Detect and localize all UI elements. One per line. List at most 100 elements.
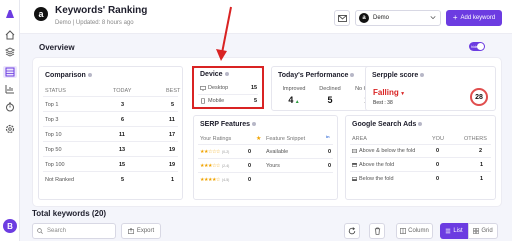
ads-others: 1 — [480, 162, 484, 168]
logo-icon[interactable] — [5, 6, 15, 18]
comparison-header-best: BEST — [166, 88, 181, 94]
divider — [43, 96, 178, 97]
info-icon[interactable] — [87, 73, 92, 78]
google-search-ads-card: Google Search Ads AREA YOU OTHERS Above … — [345, 115, 496, 200]
score-status: Falling ▼ — [373, 88, 406, 97]
arrow-up-icon: ▲ — [293, 99, 300, 105]
desktop-icon — [200, 86, 206, 91]
refresh-button[interactable] — [344, 223, 360, 239]
mobile-icon — [201, 98, 205, 104]
todays-performance-title: Today's Performance — [278, 72, 349, 79]
info-icon[interactable] — [252, 122, 257, 127]
comparison-header-status: STATUS — [45, 88, 66, 94]
grid-view-button[interactable]: Grid — [468, 223, 498, 239]
search-input[interactable]: Search — [32, 223, 116, 239]
amazon-logo-icon: a — [34, 7, 48, 21]
arrow-down-icon: ▼ — [398, 91, 406, 97]
rating-stars: ★★★☆☆ (2-4) — [200, 163, 230, 169]
ads-you: 0 — [436, 176, 440, 182]
list-label: List — [453, 228, 463, 234]
chart-icon[interactable] — [5, 84, 15, 94]
comparison-status: Top 1 — [45, 102, 59, 108]
google-search-ads-title: Google Search Ads — [352, 121, 417, 128]
comparison-today: 15 — [119, 162, 126, 168]
device-label: Mobile — [208, 98, 225, 104]
comparison-best: 1 — [171, 177, 175, 183]
add-keyword-button[interactable]: + Add keyword — [446, 10, 502, 26]
device-title: Device — [200, 71, 223, 78]
timer-icon[interactable] — [5, 102, 15, 112]
serpple-score-title: Serpple score — [372, 72, 419, 79]
home-icon[interactable] — [5, 30, 15, 40]
plus-icon: + — [452, 13, 458, 22]
grid-label: Grid — [481, 228, 493, 234]
export-button[interactable]: Export — [121, 223, 161, 239]
improved-label: Improved — [282, 86, 306, 92]
delete-button[interactable] — [369, 223, 385, 239]
device-label: Desktop — [208, 85, 229, 91]
ads-area: Below the fold — [359, 176, 394, 182]
serp-features-title: SERP Features — [200, 121, 251, 128]
improved-value: 4 ▲ — [288, 95, 300, 105]
column-label: Column — [408, 228, 429, 234]
comparison-best: 5 — [171, 102, 175, 108]
comparison-status: Top 10 — [45, 132, 62, 138]
comparison-status: Top 3 — [45, 117, 59, 123]
comparison-today: 11 — [119, 132, 125, 138]
comparison-header-today: TODAY — [113, 88, 132, 94]
column-button[interactable]: Column — [396, 223, 433, 239]
your-ratings-header: Your Ratings — [200, 136, 232, 142]
comparison-title: Comparison — [45, 72, 86, 79]
avatar[interactable]: B — [3, 219, 17, 233]
sidebar: B — [0, 0, 20, 241]
device-value: 5 — [254, 98, 258, 104]
mail-button[interactable] — [334, 10, 350, 26]
overview-toggle[interactable]: hide — [469, 42, 485, 51]
ads-header-area: AREA — [352, 136, 367, 142]
overview-title: Overview — [39, 43, 75, 52]
export-label: Export — [136, 228, 155, 234]
feature-snippet-header: Feature Snippet — [266, 136, 306, 142]
info-icon[interactable] — [420, 73, 425, 78]
mail-icon — [337, 14, 347, 22]
grid-icon[interactable] — [3, 66, 17, 78]
add-keyword-label: Add keyword — [460, 15, 496, 21]
device-card: Device Desktop 15 Mobile 5 — [193, 67, 263, 108]
columns-icon — [400, 228, 407, 234]
rating-count: 0 — [248, 149, 252, 155]
snippet-count: 0 — [328, 149, 332, 155]
project-select[interactable]: a Demo — [355, 10, 441, 26]
score-ring: 28 — [470, 88, 488, 106]
ad-area-icon — [352, 149, 357, 153]
export-icon — [127, 228, 134, 234]
layers-icon[interactable] — [5, 47, 15, 57]
annotation-arrow — [216, 6, 232, 61]
comparison-card: Comparison STATUS TODAY BEST Top 1 3 5 T… — [38, 66, 183, 200]
info-icon[interactable] — [418, 122, 423, 127]
settings-icon[interactable] — [5, 124, 15, 134]
comparison-today: 6 — [121, 117, 125, 123]
ads-area: Above the fold — [359, 162, 395, 168]
info-icon[interactable] — [224, 72, 229, 77]
list-view-button[interactable]: List — [440, 223, 468, 239]
info-icon[interactable] — [350, 73, 355, 78]
best-score: Best : 38 — [373, 100, 393, 106]
rating-count: 0 — [248, 163, 252, 169]
rating-stars: ★★☆☆☆ (0-2) — [200, 149, 230, 155]
refresh-icon — [348, 227, 356, 235]
amazon-icon: a — [359, 13, 369, 23]
grid-view-icon — [473, 228, 480, 234]
search-icon — [37, 228, 43, 234]
comparison-best: 19 — [169, 147, 176, 153]
page-title: Keywords' Ranking — [55, 5, 148, 16]
toggle-knob — [477, 43, 484, 50]
comparison-status: Top 50 — [45, 147, 62, 153]
list-icon — [446, 228, 451, 234]
total-keywords: Total keywords (20) — [32, 209, 107, 218]
comparison-best: 17 — [169, 132, 176, 138]
serpple-score-card: Serpple score Falling ▼ Best : 38 28 — [365, 66, 496, 111]
rating-stars: ★★★★☆ (4-5) — [200, 177, 230, 183]
ad-area-icon — [352, 163, 357, 167]
ads-header-others: OTHERS — [464, 136, 487, 142]
search-placeholder: Search — [47, 228, 67, 234]
